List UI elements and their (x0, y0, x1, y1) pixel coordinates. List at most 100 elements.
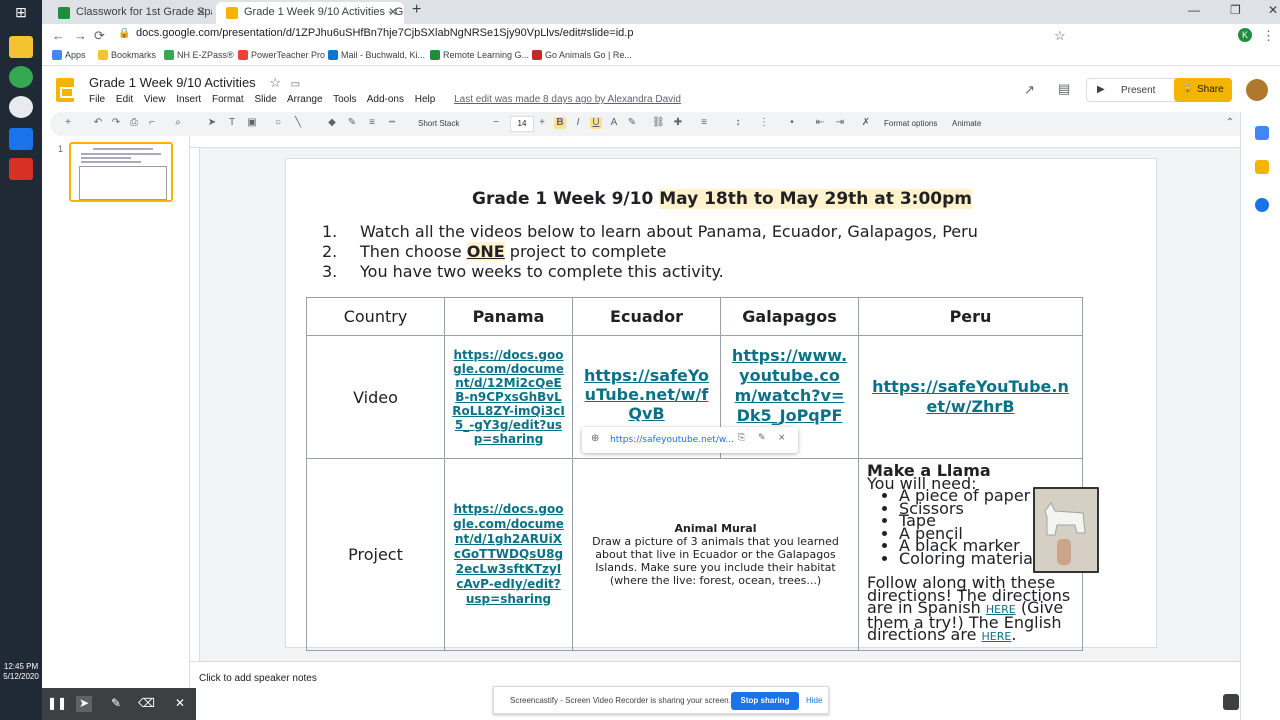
numbered-list-icon[interactable]: ⋮ (758, 117, 770, 129)
app-icon[interactable] (9, 96, 33, 118)
zoom-icon[interactable]: ⌕ (172, 117, 184, 129)
bookmark-mail[interactable]: Mail - Buchwald, Ki... (328, 50, 425, 60)
copy-icon[interactable]: ⎘ (738, 433, 745, 443)
menu-dots-icon[interactable]: ⋮ (1262, 28, 1275, 44)
decrease-indent-icon[interactable]: ⇤ (814, 117, 826, 129)
menu-slide[interactable]: Slide (254, 94, 276, 105)
forward-icon[interactable]: → (74, 28, 87, 43)
cell-panama-project[interactable]: https://docs.google.com/document/d/1gh2A… (444, 458, 573, 651)
menu-tools[interactable]: Tools (333, 94, 356, 105)
menu-insert[interactable]: Insert (176, 94, 201, 105)
clock-time[interactable]: 12:45 PM (0, 662, 42, 672)
activity-trend-icon[interactable]: ↗ (1024, 82, 1035, 98)
hide-button[interactable]: Hide (806, 696, 822, 705)
line-spacing-icon[interactable]: ↕ (732, 117, 744, 129)
border-weight-icon[interactable]: ≡ (366, 117, 378, 129)
activities-table[interactable]: Country Panama Ecuador Galapagos Peru Vi… (306, 297, 1099, 651)
explore-icon[interactable] (1223, 694, 1239, 710)
instruction-list[interactable]: 1. Watch all the videos below to learn ab… (322, 222, 978, 282)
italic-icon[interactable]: I (572, 117, 584, 129)
slide-heading[interactable]: Grade 1 Week 9/10 May 18th to May 29th a… (286, 189, 1158, 209)
stop-sharing-button[interactable]: Stop sharing (731, 692, 799, 710)
close-icon[interactable]: ✕ (172, 696, 188, 712)
keep-icon[interactable] (1255, 160, 1269, 174)
line-icon[interactable]: ╲ (292, 117, 304, 129)
calendar-icon[interactable] (1255, 126, 1269, 140)
share-button[interactable]: 🔒 Share (1174, 78, 1232, 102)
shape-icon[interactable]: ○ (272, 117, 284, 129)
align-icon[interactable]: ≡ (698, 117, 710, 129)
galapagos-video-link[interactable]: https://www.youtube.com/watch?v=Dk5_JoPq… (732, 346, 847, 425)
bookmark-remote-learning[interactable]: Remote Learning G... (430, 50, 529, 60)
tab-slides[interactable]: Grade 1 Week 9/10 Activities - G ✕ (216, 2, 404, 24)
pen-icon[interactable]: ✎ (108, 696, 124, 712)
folder-move-icon[interactable]: ▭ (291, 79, 300, 90)
paper-llama-photo[interactable] (1033, 487, 1099, 573)
new-slide-icon[interactable]: + (62, 117, 74, 129)
animate-button[interactable]: Animate (952, 119, 981, 128)
format-options-button[interactable]: Format options (884, 119, 937, 128)
lock-icon[interactable]: 🔒 (118, 28, 130, 39)
menu-help[interactable]: Help (415, 94, 436, 105)
paint-format-icon[interactable]: ⌐ (146, 117, 158, 129)
star-icon[interactable]: ☆ (269, 75, 281, 90)
header-panama[interactable]: Panama (444, 297, 573, 336)
file-explorer-icon[interactable] (9, 36, 33, 58)
collapse-toolbar-icon[interactable]: ⌃ (1224, 117, 1236, 129)
photos-icon[interactable] (9, 128, 33, 150)
slides-logo-icon[interactable] (56, 78, 74, 102)
bulleted-list-icon[interactable]: • (786, 117, 798, 129)
print-icon[interactable]: ⎙ (128, 117, 140, 129)
cell-make-a-llama[interactable]: Make a Llama You will need: A piece of p… (858, 458, 1099, 651)
textbox-icon[interactable]: T (226, 117, 238, 129)
text-color-icon[interactable]: A (608, 117, 620, 129)
increase-font-icon[interactable]: + (536, 117, 548, 129)
row-label-video[interactable]: Video (306, 335, 445, 459)
peru-video-link[interactable]: https://safeYouTube.net/w/ZhrB (872, 377, 1069, 416)
tab-classwork[interactable]: Classwork for 1st Grade Spanish ✕ (48, 2, 212, 24)
bookmark-bookmarks[interactable]: Bookmarks (98, 50, 156, 60)
bookmark-powerteacher[interactable]: PowerTeacher Pro (238, 50, 325, 60)
redo-icon[interactable]: ↷ (110, 117, 122, 129)
menu-file[interactable]: File (89, 94, 105, 105)
close-icon[interactable]: ✕ (388, 5, 398, 19)
windows-start-icon[interactable]: ⊞ (9, 4, 33, 26)
menu-format[interactable]: Format (212, 94, 244, 105)
maximize-icon[interactable]: ❐ (1230, 3, 1241, 17)
bold-icon[interactable]: B (554, 117, 566, 129)
minimize-icon[interactable]: — (1188, 3, 1200, 17)
close-icon[interactable]: ✕ (196, 5, 206, 19)
close-window-icon[interactable]: ✕ (1268, 3, 1278, 17)
eraser-icon[interactable]: ⌫ (138, 696, 155, 712)
address-bar[interactable]: docs.google.com/presentation/d/1ZPJhu6uS… (136, 27, 633, 39)
clock-date[interactable]: 5/12/2020 (0, 672, 42, 682)
header-ecuador[interactable]: Ecuador (572, 297, 721, 336)
comment-icon[interactable]: ✚ (672, 117, 684, 129)
avatar[interactable] (1246, 79, 1268, 101)
english-directions-link[interactable]: HERE (982, 630, 1012, 643)
menu-view[interactable]: View (144, 94, 166, 105)
bookmark-apps[interactable]: Apps (52, 50, 86, 60)
new-tab-button[interactable]: + (412, 1, 421, 19)
profile-icon[interactable]: K (1238, 28, 1252, 42)
comments-icon[interactable]: ▤ (1058, 81, 1070, 97)
edit-icon[interactable]: ✎ (758, 433, 766, 443)
document-title[interactable]: Grade 1 Week 9/10 Activities ☆ ▭ (89, 75, 300, 91)
clear-format-icon[interactable]: ✗ (860, 117, 872, 129)
pause-icon[interactable]: ❚❚ (47, 696, 67, 712)
menu-add-ons[interactable]: Add-ons (367, 94, 404, 105)
image-icon[interactable]: ▣ (246, 117, 258, 129)
undo-icon[interactable]: ↶ (92, 117, 104, 129)
header-peru[interactable]: Peru (858, 297, 1083, 336)
cell-animal-mural[interactable]: Animal Mural Draw a picture of 3 animals… (572, 458, 859, 651)
popup-link[interactable]: https://safeyoutube.net/w... (610, 435, 734, 445)
cell-peru-video[interactable]: https://safeYouTube.net/w/ZhrB (858, 335, 1083, 459)
back-icon[interactable]: ← (52, 28, 65, 43)
cell-panama-video[interactable]: https://docs.google.com/document/d/12Mi2… (444, 335, 573, 459)
menu-edit[interactable]: Edit (116, 94, 133, 105)
row-label-project[interactable]: Project (306, 458, 445, 651)
last-edit-link[interactable]: Last edit was made 8 days ago by Alexand… (454, 94, 681, 105)
underline-icon[interactable]: U (590, 117, 602, 129)
vertical-ruler[interactable] (190, 148, 200, 661)
font-size-input[interactable]: 14 (510, 116, 534, 132)
